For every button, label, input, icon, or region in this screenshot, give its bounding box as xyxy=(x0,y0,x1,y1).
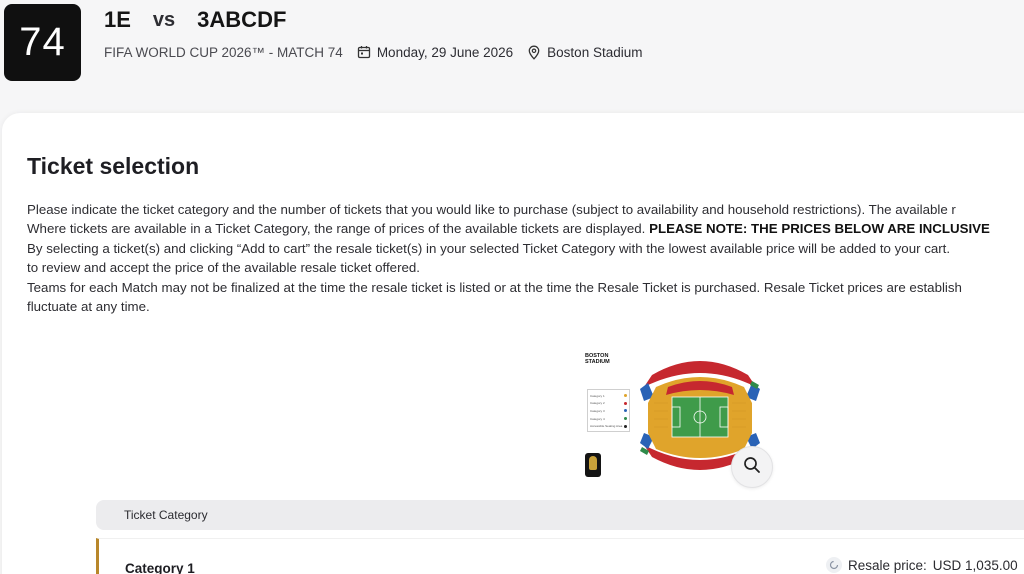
match-number: 74 xyxy=(19,20,66,64)
match-number-badge: 74 xyxy=(4,4,81,81)
legend-color-dot xyxy=(624,401,627,405)
venue-text: Boston Stadium xyxy=(547,44,643,60)
legend-label: Category 4 xyxy=(590,416,605,421)
ticket-category-header: Ticket Category xyxy=(96,500,1024,530)
resale-price-label: Resale price: xyxy=(848,557,927,573)
loading-icon xyxy=(826,557,842,573)
legend-color-dot xyxy=(624,424,627,428)
match-header: 74 1E vs 3ABCDF FIFA WORLD CUP 2026™ - M… xyxy=(0,0,1024,104)
away-team: 3ABCDF xyxy=(197,7,287,32)
description-text: Where tickets are available in a Ticket … xyxy=(27,221,650,237)
competition-label: FIFA WORLD CUP 2026™ - MATCH 74 xyxy=(104,44,343,60)
resale-price: Resale price: USD 1,035.00 xyxy=(826,557,1018,573)
page-title: Ticket selection xyxy=(27,153,200,179)
description-line: By selecting a ticket(s) and clicking “A… xyxy=(27,240,951,256)
description-line: Please indicate the ticket category and … xyxy=(27,202,956,217)
description-line: fluctuate at any time. xyxy=(27,299,150,315)
home-team: 1E xyxy=(104,7,131,32)
location-pin-icon xyxy=(527,45,541,60)
ticket-category-header-label: Ticket Category xyxy=(124,508,208,522)
category-legend: Category 1 Category 2 Category 3 Category 4… xyxy=(587,389,630,432)
category-name: Category 1 xyxy=(125,561,195,574)
legend-item: Category 3 xyxy=(590,407,627,415)
world-cup-logo xyxy=(585,453,601,477)
stadium-legend: BOSTON STADIUM Category 1 Category 2 Categ… xyxy=(585,353,635,483)
legend-color-dot xyxy=(624,409,627,413)
zoom-button[interactable] xyxy=(731,446,773,488)
match-date-text: Monday, 29 June 2026 xyxy=(376,44,514,60)
legend-color-dot xyxy=(624,417,627,421)
match-teams: 1E vs 3ABCDF xyxy=(104,6,286,34)
ticket-selection-card: Ticket selection Please indicate the tic… xyxy=(2,113,1024,574)
description-line: to review and accept the price of the av… xyxy=(27,260,420,276)
match-venue: Boston Stadium xyxy=(527,45,642,60)
match-meta: FIFA WORLD CUP 2026™ - MATCH 74 Monday, … xyxy=(104,41,642,63)
legend-label: Category 3 xyxy=(590,408,605,413)
legend-item: Category 1 xyxy=(590,392,627,400)
match-date: Monday, 29 June 2026 xyxy=(357,45,513,60)
stadium-name-line: STADIUM xyxy=(585,359,610,365)
legend-item: Accessible Seating Area xyxy=(590,422,627,430)
legend-label: Accessible Seating Area xyxy=(590,424,623,429)
versus-label: vs xyxy=(152,8,176,31)
legend-item: Category 2 xyxy=(590,400,627,408)
stadium-name: BOSTON STADIUM xyxy=(585,353,635,365)
legend-item: Category 4 xyxy=(590,415,627,423)
magnifier-icon xyxy=(743,456,761,479)
price-notice: PLEASE NOTE: THE PRICES BELOW ARE INCLUS… xyxy=(649,221,990,237)
calendar-icon xyxy=(357,45,371,59)
legend-label: Category 2 xyxy=(590,401,605,406)
legend-label: Category 1 xyxy=(590,393,605,398)
category-row[interactable]: Category 1 Resale price: USD 1,035.00 xyxy=(96,538,1024,574)
resale-price-value: USD 1,035.00 xyxy=(932,557,1018,573)
legend-color-dot xyxy=(624,394,627,398)
ticket-selection-description: Please indicate the ticket category and … xyxy=(27,200,1024,316)
description-line: Teams for each Match may not be finalize… xyxy=(27,279,962,295)
description-line: Where tickets are available in a Ticket … xyxy=(27,219,1024,238)
